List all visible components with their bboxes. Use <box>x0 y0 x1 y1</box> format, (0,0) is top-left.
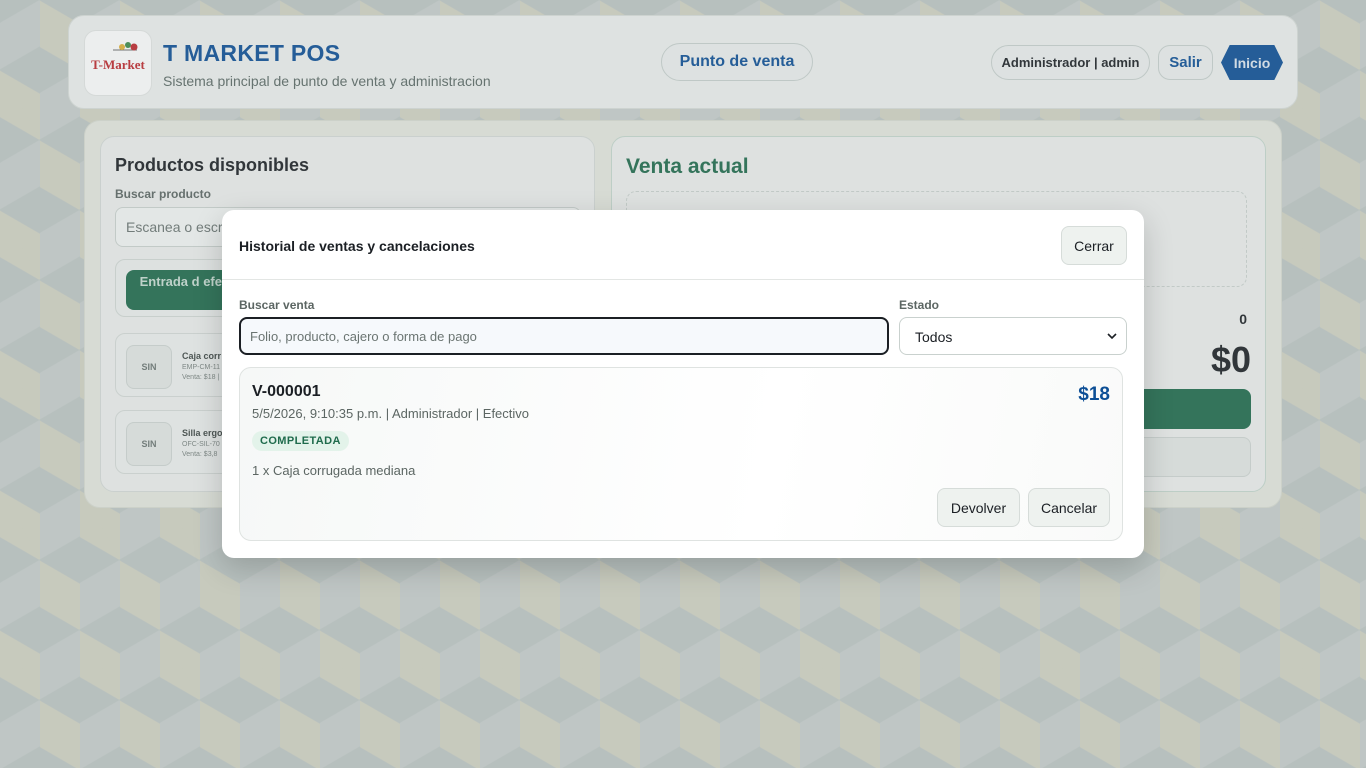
status-badge: COMPLETADA <box>252 431 349 451</box>
sale-folio: V-000001 <box>252 383 321 400</box>
modal-title: Historial de ventas y cancelaciones <box>239 238 475 254</box>
modal-divider <box>222 279 1144 280</box>
close-button[interactable]: Cerrar <box>1061 226 1127 265</box>
chevron-down-icon <box>1107 333 1117 340</box>
sale-record: V-000001 5/5/2026, 9:10:35 p.m. | Admini… <box>239 367 1123 541</box>
sales-history-modal: Historial de ventas y cancelaciones Cerr… <box>222 210 1144 558</box>
status-select[interactable]: Todos <box>899 317 1127 355</box>
sale-search-input[interactable] <box>239 317 889 355</box>
sale-amount: $18 <box>1078 384 1110 405</box>
return-button[interactable]: Devolver <box>937 488 1020 527</box>
sale-search-label: Buscar venta <box>239 298 315 312</box>
sale-meta: 5/5/2026, 9:10:35 p.m. | Administrador |… <box>252 406 530 421</box>
status-selected-value: Todos <box>915 329 953 345</box>
status-label: Estado <box>899 298 940 312</box>
sale-items: 1 x Caja corrugada mediana <box>252 463 416 478</box>
cancel-sale-button[interactable]: Cancelar <box>1028 488 1110 527</box>
